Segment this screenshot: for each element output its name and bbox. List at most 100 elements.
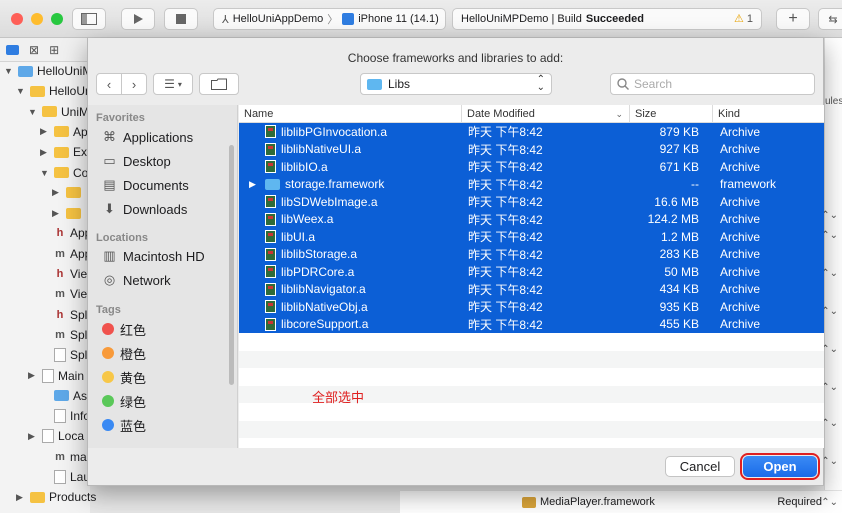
location-popup[interactable]: Libs ⌃ ⌄ <box>360 73 552 95</box>
disclosure-closed-icon[interactable]: ▶ <box>16 492 26 503</box>
sidebar-item[interactable]: 橙色 <box>102 343 146 363</box>
select-all-annotation: 全部选中 <box>312 390 365 405</box>
disclosure-open-icon[interactable]: ▼ <box>16 86 26 96</box>
disclosure-open-icon[interactable]: ▼ <box>4 66 14 76</box>
scheme-selector[interactable]: ⅄ HelloUniAppDemo 〉 iPhone 11 (14.1) <box>213 8 446 30</box>
zoom-window-button[interactable] <box>51 13 63 25</box>
navigator-item-label: Main <box>58 368 85 383</box>
cancel-button[interactable]: Cancel <box>665 456 735 477</box>
column-kind[interactable]: Kind <box>713 105 824 123</box>
disclosure-open-icon[interactable]: ▼ <box>28 107 38 117</box>
disclosure-open-icon[interactable]: ▼ <box>40 168 50 178</box>
navigator-item[interactable]: ▼ UniM <box>28 103 89 121</box>
disclosure-closed-icon[interactable]: ▶ <box>249 179 256 190</box>
file-kind: Archive <box>720 159 761 174</box>
file-row[interactable]: liblibIO.a 昨天 下午8:42 671 KB Archive <box>239 158 824 176</box>
file-row[interactable]: liblibPGInvocation.a 昨天 下午8:42 879 KB Archi… <box>239 123 824 141</box>
file-row[interactable]: liblibStorage.a 昨天 下午8:42 283 KB Archive <box>239 245 824 263</box>
disclosure-closed-icon[interactable]: ▶ <box>28 370 38 381</box>
chevron-left-icon: ‹ <box>106 76 112 92</box>
navigator-item[interactable]: Laur <box>40 468 94 486</box>
navigator-item[interactable]: h Appl <box>40 224 94 242</box>
sidebar-item[interactable]: ▥ Macintosh HD <box>102 246 204 266</box>
close-window-button[interactable] <box>11 13 23 25</box>
folder-icon[interactable] <box>6 44 19 55</box>
play-icon <box>134 14 143 24</box>
file-row[interactable]: libSDWebImage.a 昨天 下午8:42 16.6 MB Archive <box>239 193 824 211</box>
minimize-window-button[interactable] <box>31 13 43 25</box>
library-button[interactable]: + <box>776 8 810 30</box>
sidebar-item[interactable]: 蓝色 <box>102 415 146 435</box>
disclosure-closed-icon[interactable]: ▶ <box>40 147 50 158</box>
sidebar-item[interactable]: 黄色 <box>102 367 146 387</box>
sidebar-item[interactable]: 红色 <box>102 319 146 339</box>
file-row[interactable]: libPDRCore.a 昨天 下午8:42 50 MB Archive <box>239 263 824 281</box>
back-forward-button[interactable]: ⇆ <box>818 8 842 30</box>
file-row[interactable]: libWeex.a 昨天 下午8:42 124.2 MB Archive <box>239 210 824 228</box>
file-row[interactable]: libcoreSupport.a 昨天 下午8:42 455 KB Archive <box>239 315 824 333</box>
navigator-item[interactable]: ▶ Ap <box>40 123 88 141</box>
warning-indicator[interactable]: ⚠ 1 <box>734 12 753 26</box>
stepper-icon[interactable]: ⌃⌄ <box>821 497 838 508</box>
navigator-item[interactable]: ▶ Ex <box>40 143 87 161</box>
sidebar-item[interactable]: ⌘ Applications <box>102 127 193 147</box>
navigator-item-label: Products <box>49 490 97 505</box>
new-folder-button[interactable] <box>199 73 239 95</box>
navigator-item[interactable]: Info. <box>40 407 93 425</box>
sidebar-item-label: 黄色 <box>120 370 147 386</box>
forward-button[interactable]: › <box>121 73 147 95</box>
sidebar-item[interactable]: ▤ Documents <box>102 175 188 195</box>
file-kind: Archive <box>720 229 761 244</box>
stop-button[interactable] <box>164 8 198 30</box>
file-row[interactable]: liblibNavigator.a 昨天 下午8:42 434 KB Archive <box>239 280 824 298</box>
open-button[interactable]: Open <box>740 453 820 480</box>
navigator-item[interactable]: ▶ Main <box>28 367 84 385</box>
source-control-icon[interactable]: ⊠ <box>29 43 39 57</box>
navigator-item[interactable]: Spla <box>40 346 94 364</box>
navigator-item[interactable]: ▼ HelloUniM <box>4 62 92 80</box>
back-button[interactable]: ‹ <box>96 73 122 95</box>
disclosure-closed-icon[interactable]: ▶ <box>52 208 62 219</box>
hierarchy-icon[interactable]: ⊞ <box>49 43 59 57</box>
toolbox-icon <box>522 496 536 508</box>
run-button[interactable] <box>121 8 155 30</box>
plus-icon: + <box>788 10 798 27</box>
navigator-item[interactable]: ▶ Products <box>16 488 96 506</box>
file-date: 昨天 下午8:42 <box>468 212 543 227</box>
disclosure-closed-icon[interactable]: ▶ <box>28 431 38 442</box>
navigator-item-label: Ap <box>73 124 88 139</box>
view-options-button[interactable]: ☰ ▾ <box>153 73 193 95</box>
sidebar-item[interactable]: 绿色 <box>102 391 146 411</box>
framework-row[interactable]: MediaPlayer.framework Required ⌃⌄ <box>400 490 842 513</box>
navigator-item[interactable]: ▼ HelloUn <box>16 82 92 100</box>
embed-status[interactable]: Required <box>777 496 822 508</box>
navigator-item[interactable]: m Spla <box>40 326 94 344</box>
navigator-item[interactable]: ▶ <box>52 184 85 202</box>
search-input[interactable] <box>634 77 804 91</box>
sidebar-scrollbar[interactable] <box>229 145 234 385</box>
add-frameworks-dialog: Choose frameworks and libraries to add: … <box>87 38 824 486</box>
column-name[interactable]: Name <box>239 105 462 123</box>
sidebar-item[interactable]: ⬇ Downloads <box>102 199 187 219</box>
column-size[interactable]: Size <box>630 105 713 123</box>
file-row[interactable]: ▶ storage.framework 昨天 下午8:42 -- framework <box>239 175 824 193</box>
search-field[interactable] <box>610 73 815 95</box>
navigator-item[interactable]: ▶ <box>52 204 85 222</box>
navigator-item[interactable]: h Spla <box>40 306 94 324</box>
navigator-item[interactable]: ▶ Loca <box>28 427 84 445</box>
file-row[interactable]: libUI.a 昨天 下午8:42 1.2 MB Archive <box>239 228 824 246</box>
navigator-item-label: UniM <box>61 104 90 119</box>
disclosure-closed-icon[interactable]: ▶ <box>52 187 62 198</box>
sidebar-item[interactable]: ▭ Desktop <box>102 151 170 171</box>
plist-icon <box>54 409 66 424</box>
file-name: libPDRCore.a <box>281 264 355 279</box>
column-date[interactable]: Date Modified ⌄ <box>462 105 630 123</box>
sort-chevron-icon: ⌄ <box>615 109 623 119</box>
navigator-item[interactable]: ▼ Co <box>40 164 88 182</box>
file-row[interactable]: liblibNativeUI.a 昨天 下午8:42 927 KB Archive <box>239 140 824 158</box>
sidebar-item[interactable]: ◎ Network <box>102 270 171 290</box>
navigator-item[interactable]: m Appl <box>40 245 94 263</box>
file-row[interactable]: liblibNativeObj.a 昨天 下午8:42 935 KB Archive <box>239 298 824 316</box>
toggle-navigator-button[interactable] <box>72 8 106 30</box>
disclosure-closed-icon[interactable]: ▶ <box>40 126 50 137</box>
